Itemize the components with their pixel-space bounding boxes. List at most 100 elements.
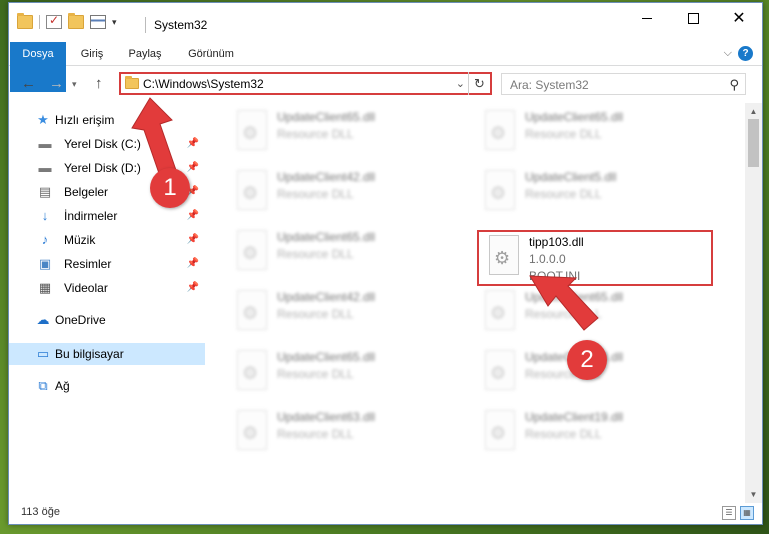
new-folder-icon[interactable] xyxy=(68,13,84,29)
folder-icon xyxy=(17,13,33,29)
close-button[interactable]: ✕ xyxy=(716,3,762,33)
expand-ribbon-icon[interactable]: ⌵ xyxy=(724,47,732,60)
file-name: UpdateClient5.dll xyxy=(525,170,617,184)
search-input[interactable]: Ara: System32 ⚲ xyxy=(501,73,746,95)
dll-file-icon xyxy=(485,350,515,390)
pin-icon[interactable]: 📌 xyxy=(187,205,199,227)
pin-icon[interactable]: 📌 xyxy=(187,157,199,179)
pictures-icon: ▣ xyxy=(38,256,52,271)
dll-file-icon xyxy=(485,170,515,210)
dll-file-icon xyxy=(237,110,267,150)
address-path[interactable]: C:\Windows\System32 xyxy=(143,77,264,91)
dll-file-icon xyxy=(237,170,267,210)
navigation-pane: ★ Hızlı erişim ▬ Yerel Disk (C:) 📌 ▬ Yer… xyxy=(9,103,205,503)
vertical-scrollbar[interactable]: ▲ ▼ xyxy=(745,103,762,503)
music-icon: ♪ xyxy=(41,232,49,247)
file-type: Resource DLL xyxy=(277,187,354,201)
file-name: UpdateClient65.dll xyxy=(277,230,376,244)
file-name: UpdateClient63.dll xyxy=(277,410,376,424)
file-item[interactable]: UpdateClient65.dll Resource DLL xyxy=(229,346,459,396)
ribbon-tabs: Dosya Giriş Paylaş Görünüm ⌵ ? xyxy=(9,42,762,92)
file-item[interactable]: UpdateClient65.dll Resource DLL xyxy=(477,106,707,156)
details-view-icon[interactable]: ☰ xyxy=(722,506,736,520)
refresh-icon[interactable]: ↻ xyxy=(468,72,490,95)
sidebar-item-quick-access[interactable]: ★ Hızlı erişim xyxy=(9,109,205,131)
item-count: 113 öğe xyxy=(21,506,60,518)
file-item[interactable]: UpdateClient63.dll Resource DLL xyxy=(229,406,459,456)
back-arrow-icon[interactable]: ← xyxy=(21,75,36,92)
sidebar-item-label: Yerel Disk (D:) xyxy=(64,161,141,175)
file-item[interactable]: UpdateClient65.dll Resource DLL xyxy=(229,106,459,156)
recent-locations-icon[interactable]: ▾ xyxy=(72,79,77,90)
pin-icon[interactable]: 📌 xyxy=(187,229,199,251)
drive-d-icon: ▬ xyxy=(38,160,52,175)
file-type: Resource DLL xyxy=(277,307,354,321)
scroll-up-icon[interactable]: ▲ xyxy=(745,103,762,120)
minimize-button[interactable] xyxy=(624,3,670,33)
sidebar-item-downloads[interactable]: ↓ İndirmeler 📌 xyxy=(9,205,205,227)
divider xyxy=(39,15,40,29)
file-item[interactable]: UpdateClient19.dll Resource DLL xyxy=(477,406,707,456)
network-icon: ⧉ xyxy=(38,378,48,393)
forward-arrow-icon[interactable]: → xyxy=(49,75,64,92)
step-1-badge: 1 xyxy=(150,168,190,208)
sidebar-item-label: Resimler xyxy=(64,257,112,271)
up-arrow-icon[interactable]: ↑ xyxy=(95,75,103,92)
file-type: Resource DLL xyxy=(277,247,354,261)
this-pc-icon: ▭ xyxy=(36,346,50,361)
sidebar-item-label: Belgeler xyxy=(64,185,109,199)
onedrive-icon: ☁ xyxy=(36,312,50,327)
window-controls: ✕ xyxy=(624,3,762,33)
qat-dropdown-icon[interactable]: ▾ xyxy=(112,17,117,28)
sidebar-item-music[interactable]: ♪ Müzik 📌 xyxy=(9,229,205,251)
quick-access-toolbar: ▾ xyxy=(17,13,117,29)
sidebar-item-label: Hızlı erişim xyxy=(55,113,115,127)
sidebar-item-videos[interactable]: ▦ Videolar 📌 xyxy=(9,277,205,299)
sidebar-item-drive-c[interactable]: ▬ Yerel Disk (C:) 📌 xyxy=(9,133,205,155)
tab-share[interactable]: Paylaş xyxy=(125,42,165,66)
file-name: UpdateClient65.dll xyxy=(525,290,624,304)
scroll-down-icon[interactable]: ▼ xyxy=(745,486,762,503)
file-name: UpdateClient65.dll xyxy=(277,350,376,364)
navigation-bar: ← → ▾ ↑ C:\Windows\System32 ⌄ ↻ Ara: Sys… xyxy=(9,69,762,99)
search-placeholder: Ara: System32 xyxy=(510,78,589,92)
file-item[interactable]: UpdateClient5.dll Resource DLL xyxy=(477,166,707,216)
address-bar[interactable]: C:\Windows\System32 ⌄ ↻ xyxy=(119,72,492,95)
file-item[interactable]: UpdateClient65.dll Resource DLL xyxy=(477,286,707,336)
sidebar-item-network[interactable]: ⧉ Ağ xyxy=(9,375,205,397)
step-2-badge: 2 xyxy=(567,340,607,380)
file-highlight-box xyxy=(477,230,713,286)
file-name: UpdateClient42.dll xyxy=(277,170,376,184)
pin-icon[interactable]: 📌 xyxy=(187,277,199,299)
tab-home[interactable]: Giriş xyxy=(77,42,107,66)
file-type: Resource DLL xyxy=(525,307,602,321)
sidebar-item-onedrive[interactable]: ☁ OneDrive xyxy=(9,309,205,331)
help-icon[interactable]: ? xyxy=(738,46,753,61)
file-name: UpdateClient19.dll xyxy=(525,410,624,424)
window-title: System32 xyxy=(154,18,208,32)
file-type: Resource DLL xyxy=(277,127,354,141)
sidebar-item-pictures[interactable]: ▣ Resimler 📌 xyxy=(9,253,205,275)
drive-c-icon: ▬ xyxy=(38,136,52,151)
file-name: UpdateClient42.dll xyxy=(277,290,376,304)
file-type: Resource DLL xyxy=(277,427,354,441)
file-item[interactable]: UpdateClient42.dll Resource DLL xyxy=(229,166,459,216)
tab-view[interactable]: Görünüm xyxy=(181,42,241,66)
dll-file-icon xyxy=(237,350,267,390)
properties-check-icon[interactable] xyxy=(46,13,62,29)
file-item[interactable]: UpdateClient65.dll Resource DLL xyxy=(229,226,459,276)
search-icon[interactable]: ⚲ xyxy=(729,77,739,93)
sidebar-item-this-pc[interactable]: ▭ Bu bilgisayar xyxy=(9,343,205,365)
dll-file-icon xyxy=(237,290,267,330)
folder-icon xyxy=(125,76,139,89)
sidebar-item-label: Yerel Disk (C:) xyxy=(64,137,141,151)
tiles-view-icon[interactable]: ▦ xyxy=(740,506,754,520)
scroll-thumb[interactable] xyxy=(748,119,759,167)
customize-toolbar-icon[interactable] xyxy=(90,15,106,29)
pin-icon[interactable]: 📌 xyxy=(187,253,199,275)
pin-icon[interactable]: 📌 xyxy=(187,133,199,155)
address-dropdown-icon[interactable]: ⌄ xyxy=(456,77,465,90)
maximize-button[interactable] xyxy=(670,3,716,33)
sidebar-item-label: OneDrive xyxy=(55,313,106,327)
file-item[interactable]: UpdateClient42.dll Resource DLL xyxy=(229,286,459,336)
